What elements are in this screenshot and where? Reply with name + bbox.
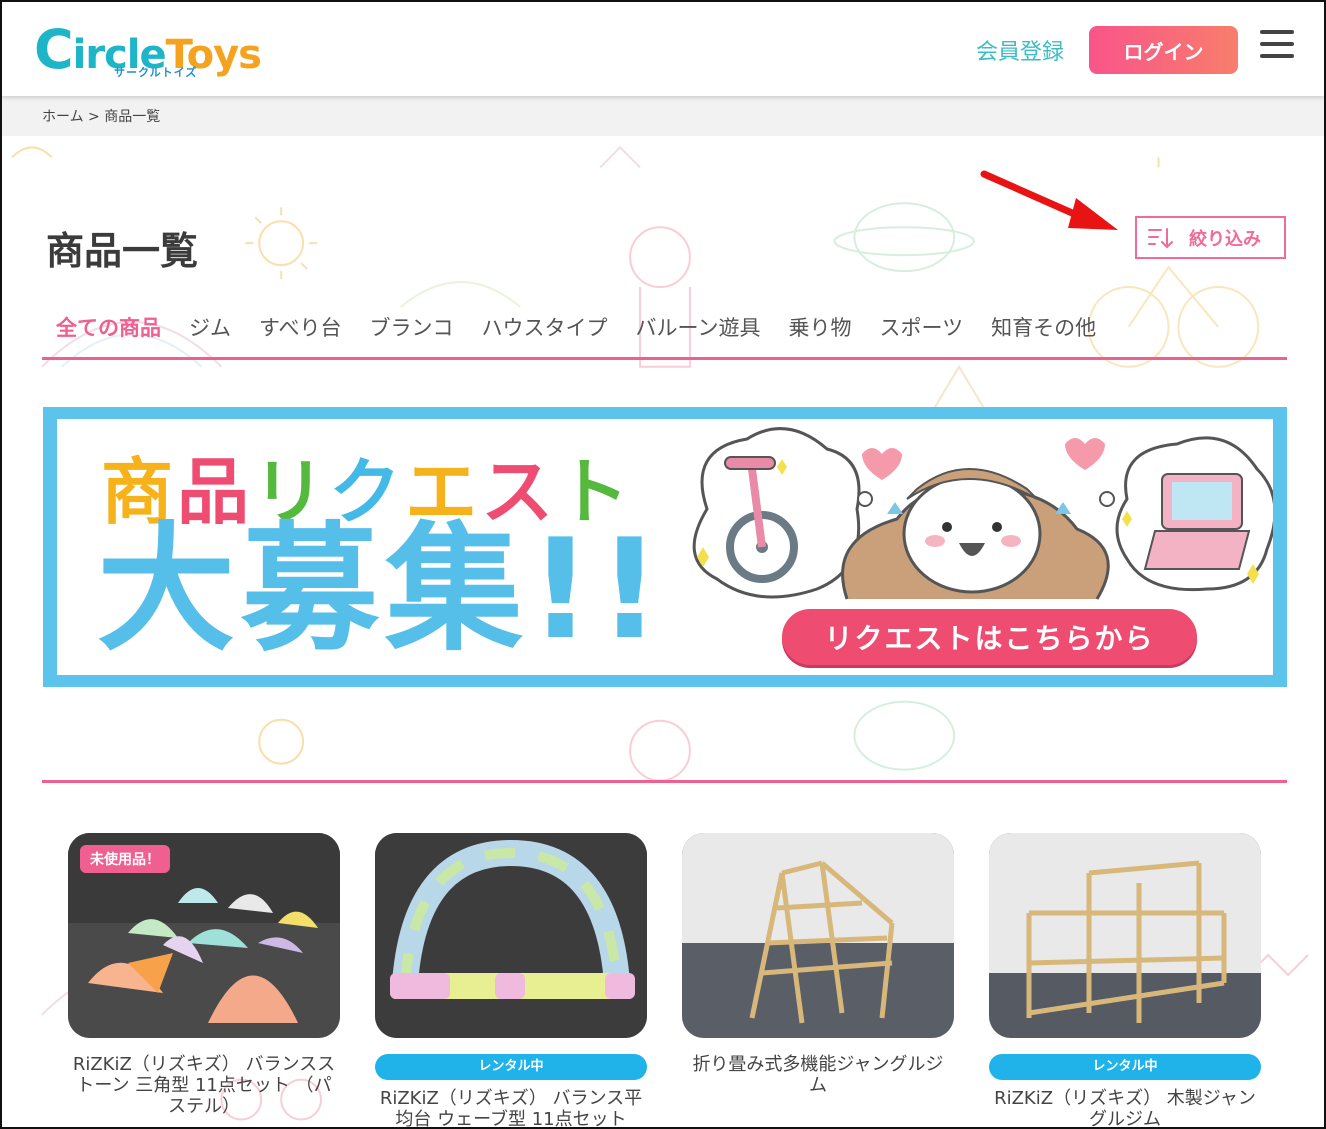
sort-filter-icon xyxy=(1148,227,1173,248)
tab-swing[interactable]: ブランコ xyxy=(370,312,454,357)
login-button[interactable]: ログイン xyxy=(1089,26,1238,74)
tab-sports[interactable]: スポーツ xyxy=(879,312,963,357)
product-name[interactable]: RiZKiZ（リズキズ） バランス平均台 ウェーブ型 11点セット xyxy=(375,1088,647,1127)
product-image[interactable]: 未使用品！ xyxy=(68,833,340,1038)
tab-all-products[interactable]: 全ての商品 xyxy=(56,312,161,357)
rental-status-badge: レンタル中 xyxy=(375,1054,647,1080)
product-image[interactable] xyxy=(989,833,1261,1038)
tab-gym[interactable]: ジム xyxy=(189,312,231,357)
breadcrumb: ホーム > 商品一覧 xyxy=(2,96,1324,136)
product-image[interactable] xyxy=(375,833,647,1038)
product-image[interactable] xyxy=(682,833,954,1038)
member-register-link[interactable]: 会員登録 xyxy=(976,34,1064,66)
tab-slide[interactable]: すべり台 xyxy=(259,312,342,357)
filter-label: 絞り込み xyxy=(1189,228,1261,249)
menu-icon[interactable] xyxy=(1260,30,1294,58)
site-header: CircleToys サークルトイズ 会員登録 ログイン xyxy=(2,2,1324,96)
page-frame: CircleToys サークルトイズ 会員登録 ログイン ホーム > 商品一覧 … xyxy=(0,0,1326,1129)
filter-button[interactable]: 絞り込み xyxy=(1135,216,1286,259)
product-name[interactable]: RiZKiZ（リズキズ） 木製ジャングルジム xyxy=(989,1088,1261,1127)
tab-balloon[interactable]: バルーン遊具 xyxy=(636,312,761,357)
section-divider xyxy=(42,780,1287,783)
tab-ride-on[interactable]: 乗り物 xyxy=(788,312,851,357)
product-card[interactable]: 未使用品！ RiZKiZ（リズキズ） バランスストーン 三角型 11点セット （… xyxy=(68,833,340,1117)
rental-status-badge: レンタル中 xyxy=(989,1054,1261,1080)
product-request-banner[interactable]: 商品リクエスト 大募集!! リクエストはこちらから xyxy=(43,407,1287,687)
tab-house-type[interactable]: ハウスタイプ xyxy=(482,312,608,357)
banner-big-text: 大募集!! xyxy=(97,509,667,670)
category-tabs: 全ての商品 ジム すべり台 ブランコ ハウスタイプ バルーン遊具 乗り物 スポー… xyxy=(42,312,1287,360)
product-card[interactable]: 折り畳み式多機能ジャングルジム xyxy=(682,833,954,1096)
product-name[interactable]: RiZKiZ（リズキズ） バランスストーン 三角型 11点セット （パステル） xyxy=(68,1054,340,1117)
product-name[interactable]: 折り畳み式多機能ジャングルジム xyxy=(682,1054,954,1096)
product-card[interactable]: レンタル中 RiZKiZ（リズキズ） バランス平均台 ウェーブ型 11点セット xyxy=(375,833,647,1127)
tab-educational-other[interactable]: 知育その他 xyxy=(991,312,1096,357)
unused-badge: 未使用品！ xyxy=(80,845,170,873)
page-title: 商品一覧 xyxy=(46,229,199,273)
red-arrow-annotation xyxy=(980,170,1118,230)
product-card[interactable]: レンタル中 RiZKiZ（リズキズ） 木製ジャングルジム xyxy=(989,833,1261,1127)
circle-toys-logo[interactable]: CircleToys サークルトイズ xyxy=(34,18,262,82)
logo-subtitle: サークルトイズ xyxy=(114,66,198,79)
request-cta-button[interactable]: リクエストはこちらから xyxy=(782,609,1197,665)
